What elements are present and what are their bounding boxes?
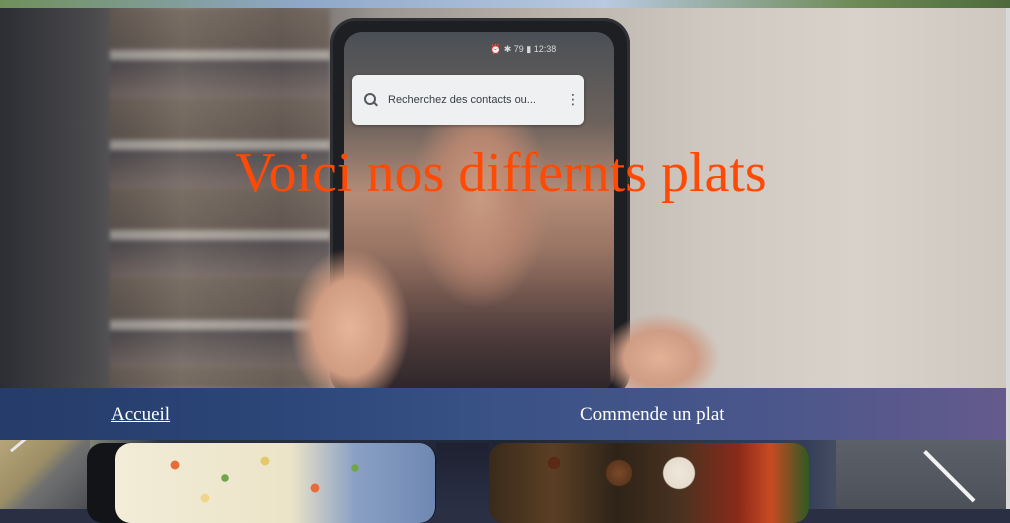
page-scrollbar[interactable]: [1006, 8, 1010, 509]
background-strip: [0, 0, 1010, 8]
hero-hand-right: [610, 308, 730, 388]
phone-search-bar: Recherchez des contacts ou... ⋮: [352, 75, 584, 125]
dish-card-spices[interactable]: [489, 443, 809, 523]
dish-image-spices: [489, 443, 809, 523]
background-road-left: [0, 440, 90, 509]
phone-status-bar: ⏰ ✱ 79 ▮ 12:38: [490, 44, 557, 54]
dish-image-salad: [115, 443, 435, 523]
dish-card-salad[interactable]: [87, 443, 436, 523]
search-icon: [364, 93, 378, 107]
phone-search-placeholder: Recherchez des contacts ou...: [388, 94, 536, 106]
navigation-bar: Accueil Commende un plat: [0, 388, 1006, 440]
nav-link-home[interactable]: Accueil: [111, 404, 170, 426]
hero-hand: [280, 248, 410, 388]
card-gap: [436, 443, 489, 509]
page-title: Voici nos differnts plats: [235, 142, 767, 204]
nav-link-order[interactable]: Commende un plat: [580, 404, 725, 426]
background-road-right: [836, 440, 1010, 509]
more-vertical-icon: ⋮: [566, 92, 580, 108]
